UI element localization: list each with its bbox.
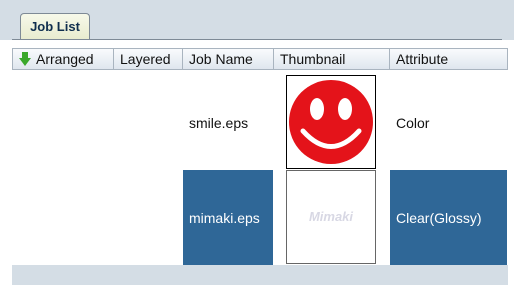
svg-text:Mimaki: Mimaki <box>309 209 353 224</box>
smiley-face-icon <box>289 80 373 164</box>
column-label: Job Name <box>189 51 253 67</box>
table-header: Arranged Layered Job Name Thumbnail Attr… <box>12 48 508 70</box>
column-header-arranged[interactable]: Arranged <box>13 49 114 69</box>
tab-label: Job List <box>30 19 80 34</box>
attribute-cell: Color <box>396 115 430 131</box>
column-header-layered[interactable]: Layered <box>114 49 183 69</box>
status-bar <box>12 265 508 285</box>
job-name-cell: mimaki.eps <box>183 170 273 266</box>
tab-divider <box>12 39 502 40</box>
thumbnail-cell: Mimaki <box>286 170 376 264</box>
column-label: Attribute <box>396 51 449 67</box>
column-header-attribute[interactable]: Attribute <box>390 49 507 69</box>
attribute-cell: Clear(Glossy) <box>390 170 507 266</box>
thumbnail-cell <box>286 75 376 169</box>
sort-down-arrow-icon <box>19 52 31 66</box>
tab-bar: Job List <box>0 0 514 40</box>
column-label: Layered <box>120 51 171 67</box>
table-row[interactable]: mimaki.eps Mimaki Clear(Glossy) <box>12 170 508 266</box>
column-label: Arranged <box>36 51 94 67</box>
table-row[interactable]: smile.eps Color <box>12 75 508 171</box>
column-header-thumbnail[interactable]: Thumbnail <box>274 49 390 69</box>
job-name-cell: smile.eps <box>189 115 249 131</box>
tab-job-list[interactable]: Job List <box>20 13 90 39</box>
column-header-job-name[interactable]: Job Name <box>183 49 274 69</box>
column-label: Thumbnail <box>280 51 346 67</box>
mimaki-logo: Mimaki <box>309 209 353 224</box>
